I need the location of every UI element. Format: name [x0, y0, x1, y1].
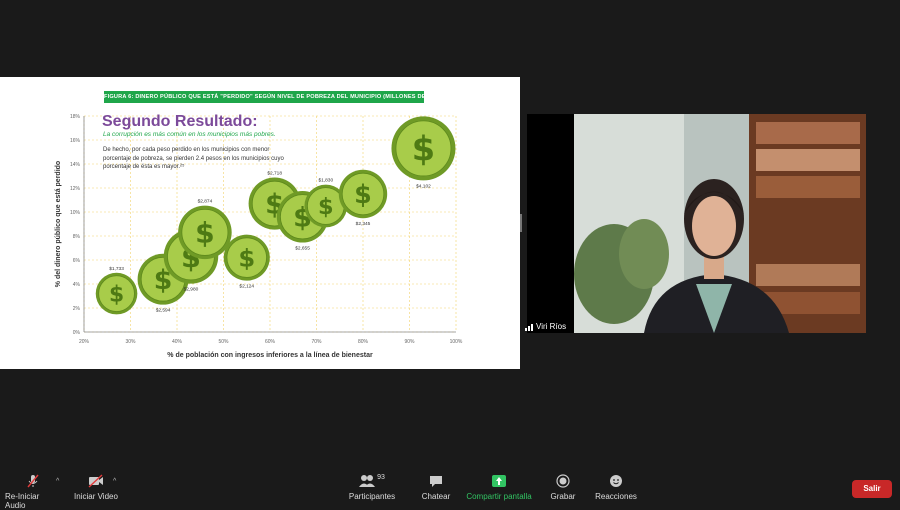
- chat-button[interactable]: Chatear: [420, 474, 452, 501]
- y-tick-label: 8%: [73, 234, 81, 240]
- x-tick-label: 30%: [125, 339, 136, 345]
- point-value-label: $2,594: [156, 308, 171, 314]
- panel-resize-handle[interactable]: [520, 214, 522, 232]
- point-value-label: $1,733: [109, 266, 124, 272]
- point-value-label: $1,830: [318, 178, 333, 184]
- svg-text:$: $: [238, 244, 255, 272]
- chat-icon: [430, 476, 442, 487]
- slide-heading: Segundo Resultado:: [102, 113, 258, 130]
- slide-subheading: La corrupción es más común en los munici…: [103, 131, 276, 138]
- video-options-chevron-icon[interactable]: ^: [113, 478, 116, 485]
- slide-body-text: De hecho, por cada peso perdido en los m…: [103, 147, 284, 170]
- participants-icon: [359, 475, 376, 487]
- signal-strength-icon: [525, 323, 533, 331]
- dollar-coin-point: $: [223, 234, 270, 281]
- point-value-label: $2,345: [356, 221, 371, 227]
- y-tick-label: 0%: [73, 330, 81, 336]
- scatter-chart: 0% 2% 4% 6% 8% 10% 12% 14% 16% 18% 20% 30% 40% 50% 60%…: [55, 114, 463, 359]
- audio-options-chevron-icon[interactable]: ^: [56, 478, 59, 485]
- y-axis-label: % del dinero público que está perdido: [55, 161, 62, 287]
- y-tick-label: 14%: [70, 162, 81, 168]
- dollar-coin-point: $: [391, 116, 456, 181]
- participant-name-tag: Viri Ríos: [525, 322, 566, 331]
- record-icon: [556, 474, 570, 488]
- x-tick-label: 20%: [79, 339, 90, 345]
- svg-text:$: $: [412, 130, 435, 169]
- point-value-label: $2,980: [184, 287, 199, 293]
- y-tick-label: 12%: [70, 186, 81, 192]
- chat-label: Chatear: [421, 492, 451, 501]
- svg-text:$: $: [354, 179, 372, 209]
- y-tick-label: 2%: [73, 306, 81, 312]
- x-axis-label: % de población con ingresos inferiores a…: [167, 352, 373, 359]
- shared-screen: 0% 2% 4% 6% 8% 10% 12% 14% 16% 18% 20% 30% 40% 50% 60%…: [0, 77, 520, 369]
- dollar-coin-point: $: [338, 169, 388, 219]
- video-camera-off-icon: [88, 474, 103, 488]
- y-tick-label: 10%: [70, 210, 81, 216]
- x-tick-label: 50%: [218, 339, 229, 345]
- share-screen-button[interactable]: Compartir pantalla: [464, 474, 534, 501]
- point-value-label: $2,874: [198, 199, 213, 205]
- x-tick-label: 90%: [404, 339, 415, 345]
- svg-text:$: $: [109, 283, 124, 308]
- participants-count: 93: [377, 474, 385, 481]
- point-value-label: $4,102: [416, 183, 431, 189]
- video-label: Iniciar Video: [74, 492, 118, 501]
- y-tick-label: 4%: [73, 282, 81, 288]
- share-screen-label: Compartir pantalla: [466, 492, 532, 501]
- svg-text:$: $: [195, 217, 215, 250]
- x-tick-label: 70%: [311, 339, 322, 345]
- x-tick-label: 100%: [450, 339, 463, 345]
- reactions-button[interactable]: Reacciones: [593, 474, 639, 501]
- figure-title: FIGURA 6: DINERO PÚBLICO QUE ESTÁ "PERDI…: [104, 91, 424, 103]
- record-button[interactable]: Grabar: [548, 474, 578, 501]
- participants-label: Participantes: [348, 492, 396, 501]
- participant-name: Viri Ríos: [536, 322, 567, 331]
- reactions-label: Reacciones: [595, 492, 637, 501]
- x-tick-label: 40%: [172, 339, 183, 345]
- dollar-coin-point: $: [178, 205, 232, 260]
- microphone-muted-icon: [27, 474, 39, 488]
- speaker-video: [574, 114, 866, 333]
- audio-label: Re-Iniciar Audio: [5, 492, 40, 510]
- record-label: Grabar: [550, 492, 576, 501]
- smiley-icon: [610, 475, 622, 487]
- dollar-coin-point: $: [95, 272, 138, 315]
- y-tick-label: 6%: [73, 258, 81, 264]
- unmute-button[interactable]: Re-Iniciar Audio: [5, 474, 61, 510]
- share-screen-icon: [492, 475, 506, 487]
- x-tick-label: 60%: [265, 339, 276, 345]
- y-tick-label: 18%: [70, 114, 81, 120]
- svg-text:$: $: [318, 194, 334, 220]
- participants-button[interactable]: 93 Participantes: [348, 474, 396, 501]
- point-value-label: $2,655: [295, 246, 310, 252]
- y-tick-label: 16%: [70, 138, 81, 144]
- x-tick-label: 80%: [358, 339, 369, 345]
- point-value-label: $2,124: [239, 284, 254, 290]
- meeting-toolbar: Re-Iniciar Audio ^ Iniciar Video ^ 93 Pa…: [0, 470, 900, 510]
- leave-meeting-button[interactable]: Salir: [852, 480, 892, 498]
